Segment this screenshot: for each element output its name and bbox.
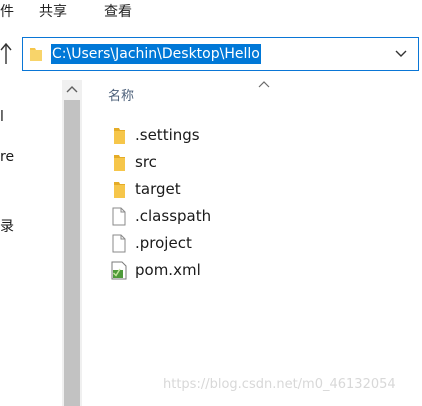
file-icon [112, 207, 126, 226]
navigation-pane: l re 录 [0, 80, 62, 406]
tab-share[interactable]: 共享 [39, 2, 67, 22]
file-name: pom.xml [135, 261, 201, 279]
nav-item-fragment-3[interactable]: 录 [0, 218, 14, 236]
folder-icon [114, 155, 125, 171]
sort-caret-icon [258, 81, 270, 88]
tab-view[interactable]: 查看 [104, 2, 132, 22]
address-row: C:\Users\Jachin\Desktop\Hello [0, 28, 422, 80]
file-list-pane: 名称 .settings src target .classpath .proj… [82, 80, 422, 406]
column-header-name[interactable]: 名称 [108, 88, 134, 106]
nav-scrollbar[interactable] [62, 80, 82, 406]
nav-item-fragment-1[interactable]: l [0, 108, 4, 126]
file-name: src [135, 153, 157, 171]
file-name: .project [135, 234, 192, 252]
folder-icon [30, 48, 42, 61]
file-name: .classpath [135, 207, 212, 225]
up-arrow-icon[interactable] [0, 36, 14, 72]
list-item[interactable]: pom.xml [108, 257, 408, 284]
file-name: .settings [135, 126, 200, 144]
list-item[interactable]: .classpath [108, 203, 408, 230]
tab-file[interactable]: 件 [0, 2, 14, 22]
watermark: https://blog.csdn.net/m0_46132054 [163, 377, 396, 392]
list-item[interactable]: target [108, 176, 408, 203]
xml-file-icon [111, 261, 127, 280]
file-icon [112, 234, 126, 253]
list-item[interactable]: src [108, 149, 408, 176]
scroll-thumb[interactable] [64, 100, 80, 406]
file-name: target [135, 180, 181, 198]
chevron-down-icon[interactable] [393, 48, 409, 60]
folder-icon [114, 128, 125, 144]
ribbon-tabs: 件 共享 查看 [0, 0, 422, 28]
list-item[interactable]: .project [108, 230, 408, 257]
file-list: .settings src target .classpath .project… [108, 122, 408, 284]
address-path[interactable]: C:\Users\Jachin\Desktop\Hello [51, 44, 261, 64]
address-bar[interactable]: C:\Users\Jachin\Desktop\Hello [22, 37, 419, 71]
list-item[interactable]: .settings [108, 122, 408, 149]
nav-item-fragment-2[interactable]: re [0, 148, 14, 166]
scroll-up-arrow-icon[interactable] [64, 82, 80, 98]
folder-icon [114, 182, 125, 198]
